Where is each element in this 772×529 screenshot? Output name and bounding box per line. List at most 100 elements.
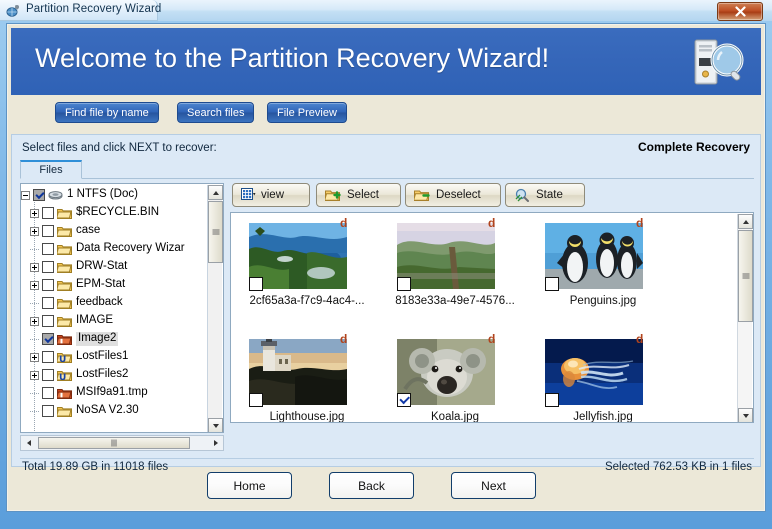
- thumbnail-image[interactable]: [545, 339, 643, 405]
- tree-item-lostfiles1[interactable]: ULostFiles1: [21, 348, 209, 366]
- thumbnail-checkbox[interactable]: [249, 393, 263, 407]
- thumbnail-checkbox[interactable]: [249, 277, 263, 291]
- tree-horizontal-scrollbar[interactable]: [20, 435, 224, 451]
- tree-item-label: DRW-Stat: [76, 261, 127, 273]
- tree-expander-plus-icon[interactable]: [30, 353, 39, 362]
- thumbnail-image[interactable]: [249, 223, 347, 289]
- tree-item-checkbox[interactable]: [42, 387, 54, 399]
- tree-item-checkbox[interactable]: [42, 279, 54, 291]
- tree-scroll-left-button[interactable]: [21, 436, 36, 450]
- svg-text:U: U: [59, 355, 66, 364]
- tree-item-label: 1 NTFS (Doc): [67, 189, 138, 201]
- tree-connector-icon: [30, 339, 39, 340]
- find-file-by-name-button[interactable]: Find file by name: [55, 102, 159, 123]
- tree-hscrollbar-thumb[interactable]: [38, 437, 190, 449]
- thumbnail-item[interactable]: dPenguins.jpg: [533, 217, 673, 317]
- tree-item-image2[interactable]: Image2: [21, 330, 209, 348]
- tree-item-checkbox[interactable]: [42, 405, 54, 417]
- tree-item-checkbox[interactable]: [42, 261, 54, 273]
- thumbnail-image[interactable]: [249, 339, 347, 405]
- title-bar: Partition Recovery Wizard: [0, 0, 772, 21]
- thumbnail-filename: 2cf65a3a-f7c9-4ac4-...: [237, 295, 377, 307]
- tree-item-checkbox[interactable]: [42, 207, 54, 219]
- home-button[interactable]: Home: [207, 472, 292, 499]
- tree-connector-icon: [30, 411, 39, 412]
- thumbnail-checkbox[interactable]: [545, 393, 559, 407]
- grid-scroll-up-button[interactable]: [738, 214, 753, 229]
- tree-item-nosa-v2-30[interactable]: NoSA V2.30: [21, 402, 209, 420]
- tree-scroll-right-button[interactable]: [208, 436, 223, 450]
- thumbnail-checkbox[interactable]: [397, 277, 411, 291]
- tree-scroll-up-button[interactable]: [208, 185, 223, 200]
- close-button[interactable]: [717, 2, 763, 21]
- thumbnail-item[interactable]: d2cf65a3a-f7c9-4ac4-...: [237, 217, 377, 317]
- tree-expander-plus-icon[interactable]: [30, 209, 39, 218]
- back-button[interactable]: Back: [329, 472, 414, 499]
- thumbnail-filename: Lighthouse.jpg: [237, 411, 377, 423]
- tree-item-drw-stat[interactable]: DRW-Stat: [21, 258, 209, 276]
- deselect-button[interactable]: Deselect: [405, 183, 501, 207]
- grid-vertical-scrollbar[interactable]: [737, 214, 752, 423]
- next-button[interactable]: Next: [451, 472, 536, 499]
- tree-expander-plus-icon[interactable]: [30, 317, 39, 326]
- tree-item-checkbox[interactable]: [42, 225, 54, 237]
- thumbnail-checkbox[interactable]: [397, 393, 411, 407]
- tree-item-recycle-bin[interactable]: $RECYCLE.BIN: [21, 204, 209, 222]
- search-files-button[interactable]: Search files: [177, 102, 254, 123]
- chevron-up-icon: [743, 220, 749, 224]
- tree-scroll-down-button[interactable]: [208, 418, 223, 433]
- deselect-button-label: Deselect: [436, 189, 481, 201]
- file-tree[interactable]: 1 NTFS (Doc) $RECYCLE.BINcaseData Recover…: [20, 183, 224, 433]
- grid-scrollbar-thumb[interactable]: [738, 230, 753, 322]
- tree-item-checkbox[interactable]: [42, 369, 54, 381]
- thumbnail-image[interactable]: [545, 223, 643, 289]
- thumbnail-image[interactable]: [397, 339, 495, 405]
- drive-icon: [48, 189, 63, 202]
- tree-item-data-recovery-wizar[interactable]: Data Recovery Wizar: [21, 240, 209, 258]
- tree-expander-minus-icon[interactable]: [21, 191, 30, 200]
- thumbnail-checkbox[interactable]: [545, 277, 559, 291]
- thumbnail-item[interactable]: dJellyfish.jpg: [533, 333, 673, 423]
- view-button[interactable]: view: [232, 183, 310, 207]
- main-window: Welcome to the Partition Recovery Wizard…: [6, 23, 766, 512]
- grip-icon: [742, 274, 749, 279]
- tree-vertical-scrollbar[interactable]: [207, 185, 222, 433]
- grid-scroll-down-button[interactable]: [738, 408, 753, 423]
- view-button-label: view: [261, 189, 284, 201]
- tree-item-image[interactable]: IMAGE: [21, 312, 209, 330]
- tree-item-checkbox[interactable]: [42, 315, 54, 327]
- select-button[interactable]: Select: [316, 183, 401, 207]
- tree-item-label: IMAGE: [76, 315, 113, 327]
- folder-icon: [57, 243, 72, 256]
- tree-item-checkbox[interactable]: [42, 351, 54, 363]
- folder-lost-icon: U: [57, 369, 72, 382]
- deleted-badge-icon: d: [488, 217, 495, 229]
- tree-item-checkbox[interactable]: [33, 189, 45, 201]
- file-preview-button[interactable]: File Preview: [267, 102, 347, 123]
- tree-item-epm-stat[interactable]: EPM-Stat: [21, 276, 209, 294]
- tree-item-feedback[interactable]: feedback: [21, 294, 209, 312]
- thumbnail-image[interactable]: [397, 223, 495, 289]
- tree-item-msif9a91-tmp[interactable]: MSIf9a91.tmp: [21, 384, 209, 402]
- thumbnail-grid[interactable]: d2cf65a3a-f7c9-4ac4-...d8183e33a-49e7-45…: [230, 212, 754, 423]
- tree-item-checkbox[interactable]: [42, 333, 54, 345]
- footer-nav: Home Back Next: [7, 472, 765, 512]
- tree-expander-plus-icon[interactable]: [30, 263, 39, 272]
- tree-item-lostfiles2[interactable]: ULostFiles2: [21, 366, 209, 384]
- tree-expander-plus-icon[interactable]: [30, 281, 39, 290]
- tab-files[interactable]: Files: [20, 160, 82, 179]
- tree-item-checkbox[interactable]: [42, 243, 54, 255]
- tree-item-1-ntfs-doc[interactable]: 1 NTFS (Doc): [21, 186, 209, 204]
- tree-item-checkbox[interactable]: [42, 297, 54, 309]
- tree-item-case[interactable]: case: [21, 222, 209, 240]
- tree-expander-plus-icon[interactable]: [30, 227, 39, 236]
- deleted-badge-icon: d: [488, 333, 495, 345]
- state-button[interactable]: State: [505, 183, 585, 207]
- thumbnail-item[interactable]: dKoala.jpg: [385, 333, 525, 423]
- thumbnail-item[interactable]: d8183e33a-49e7-4576...: [385, 217, 525, 317]
- tree-expander-plus-icon[interactable]: [30, 371, 39, 380]
- thumbnail-toolbar: view Select: [230, 183, 754, 209]
- tree-scrollbar-thumb[interactable]: [208, 201, 223, 263]
- thumbnail-item[interactable]: dLighthouse.jpg: [237, 333, 377, 423]
- deleted-badge-icon: d: [636, 217, 643, 229]
